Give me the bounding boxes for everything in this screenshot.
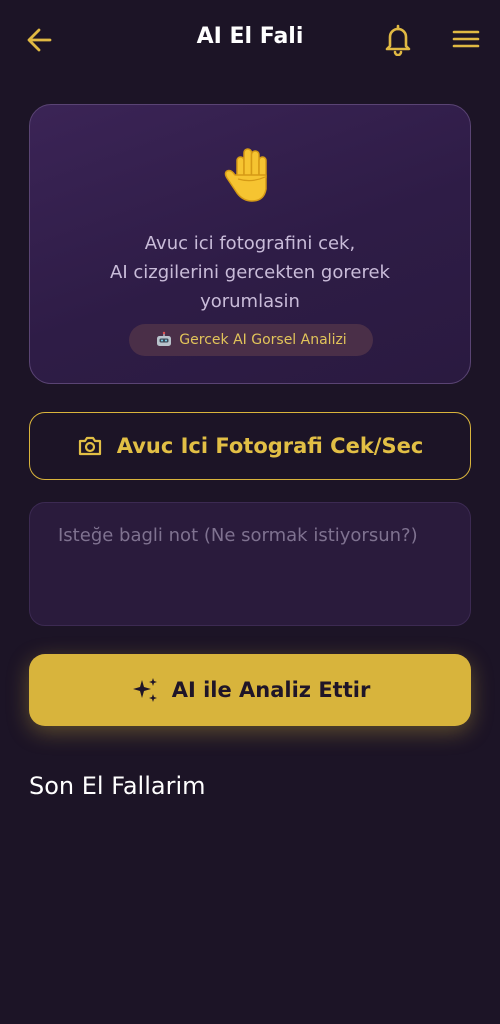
intro-card: Avuc ici fotografini cek, AI cizgilerini… [29,104,471,384]
menu-button[interactable] [450,24,482,54]
raised-hand-icon [30,143,470,207]
analyze-label: AI ile Analiz Ettir [171,678,371,702]
badge-label: Gercek AI Gorsel Analizi [179,332,347,348]
recent-readings-title: Son El Fallarim [29,772,206,800]
robot-icon [157,331,172,346]
top-bar: AI El Fali [0,0,500,78]
page-title: AI El Fali [196,24,304,49]
notifications-button[interactable] [382,22,414,57]
sparkles-icon [132,678,157,702]
hamburger-menu-icon [452,30,480,48]
app-screen: AI El Fali Avuc ici fotografini cek, AI … [0,0,500,1024]
take-photo-label: Avuc Ici Fotografi Cek/Sec [116,434,424,458]
intro-line: yorumlasin [200,291,300,312]
camera-icon [78,436,101,456]
analyze-button[interactable]: AI ile Analiz Ettir [29,654,471,726]
intro-text: Avuc ici fotografini cek, AI cizgilerini… [70,229,430,316]
intro-line: Avuc ici fotografini cek, [144,233,356,254]
take-photo-button[interactable]: Avuc Ici Fotografi Cek/Sec [29,412,471,480]
note-input[interactable]: Isteğe bagli not (Ne sormak istiyorsun?) [29,502,471,626]
intro-line: AI cizgilerini gercekten gorerek [110,262,390,283]
ai-analysis-badge: Gercek AI Gorsel Analizi [129,324,373,356]
bell-icon [385,24,411,57]
note-placeholder: Isteğe bagli not (Ne sormak istiyorsun?) [58,525,418,546]
